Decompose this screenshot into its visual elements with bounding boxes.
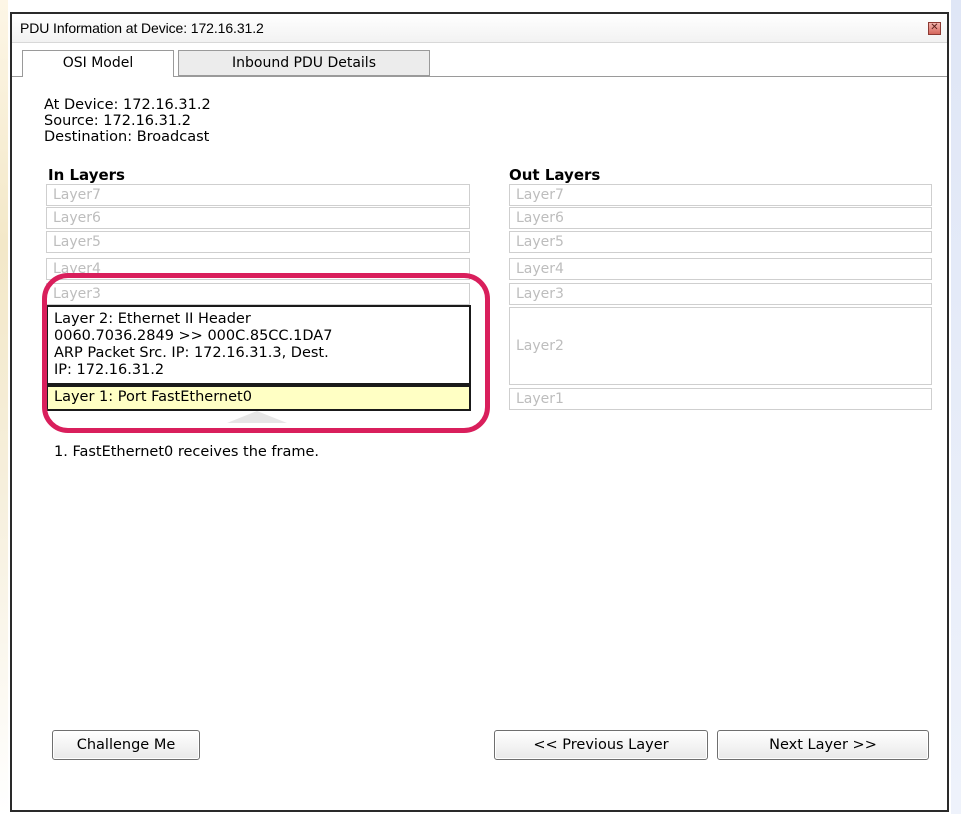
in-layer2-line: ARP Packet Src. IP: 172.16.31.3, Dest. — [54, 345, 329, 361]
in-layer4[interactable]: Layer4 — [46, 258, 470, 280]
title-bar[interactable]: PDU Information at Device: 172.16.31.2 ✕ — [12, 14, 947, 43]
in-layer2-line: IP: 172.16.31.2 — [54, 362, 165, 378]
at-device-text: At Device: 172.16.31.2 — [44, 97, 211, 113]
out-layer6[interactable]: Layer6 — [509, 207, 932, 229]
source-text: Source: 172.16.31.2 — [44, 113, 191, 129]
out-layer4[interactable]: Layer4 — [509, 258, 932, 280]
in-layers-title: In Layers — [48, 166, 125, 184]
next-layer-button[interactable]: Next Layer >> — [717, 730, 929, 760]
tab-inbound-pdu-details[interactable]: Inbound PDU Details — [178, 50, 430, 76]
in-layer5[interactable]: Layer5 — [46, 231, 470, 253]
in-layer3[interactable]: Layer3 — [46, 283, 470, 305]
out-layer1[interactable]: Layer1 — [509, 388, 932, 410]
out-layer7[interactable]: Layer7 — [509, 184, 932, 206]
close-icon[interactable]: ✕ — [928, 22, 941, 35]
in-layer1-selected[interactable]: Layer 1: Port FastEthernet0 — [46, 385, 471, 411]
previous-layer-button[interactable]: << Previous Layer — [494, 730, 708, 760]
step-description: 1. FastEthernet0 receives the frame. — [54, 444, 320, 460]
window-title: PDU Information at Device: 172.16.31.2 — [20, 20, 264, 36]
in-layer2-line: 0060.7036.2849 >> 000C.85CC.1DA7 — [54, 328, 333, 344]
device-info: At Device: 172.16.31.2 Source: 172.16.31… — [44, 97, 211, 145]
out-layer3[interactable]: Layer3 — [509, 283, 932, 305]
out-layers-title: Out Layers — [509, 166, 601, 184]
in-layer2-line: Layer 2: Ethernet II Header — [54, 311, 251, 327]
background-strip-left — [0, 0, 8, 814]
out-layer2[interactable]: Layer2 — [509, 307, 932, 385]
in-layer6[interactable]: Layer6 — [46, 207, 470, 229]
challenge-me-button[interactable]: Challenge Me — [52, 730, 200, 760]
in-layer2[interactable]: Layer 2: Ethernet II Header 0060.7036.28… — [46, 305, 471, 385]
tab-osi-model[interactable]: OSI Model — [22, 50, 174, 77]
out-layer5[interactable]: Layer5 — [509, 231, 932, 253]
background-strip-right — [951, 0, 961, 814]
in-layer7[interactable]: Layer7 — [46, 184, 470, 206]
up-arrow-icon — [227, 411, 287, 423]
destination-text: Destination: Broadcast — [44, 129, 210, 145]
